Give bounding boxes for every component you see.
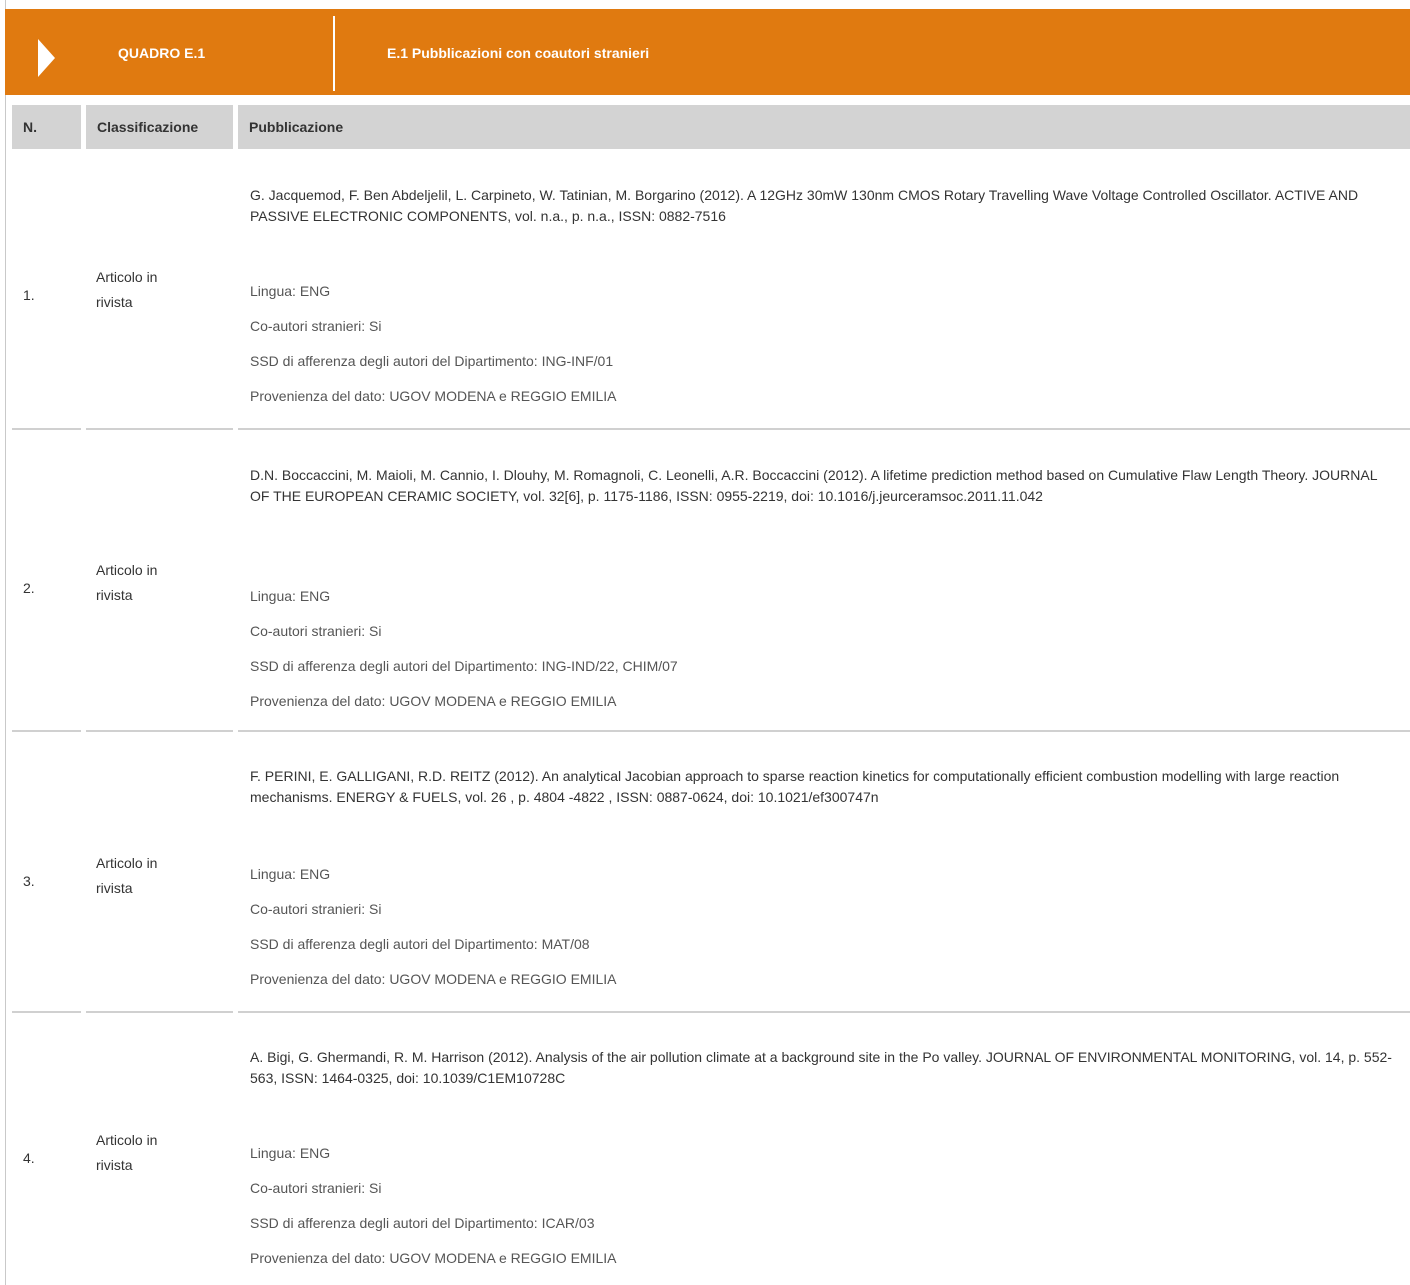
classification-line: Articolo in <box>96 855 158 871</box>
publication-language: Lingua: ENG <box>250 866 331 882</box>
publication-citation: A. Bigi, G. Ghermandi, R. M. Harrison (2… <box>250 1049 1392 1086</box>
row-publication: D.N. Boccaccini, M. Maioli, M. Cannio, I… <box>250 465 1400 726</box>
section-code: QUADRO E.1 <box>118 45 206 61</box>
publication-foreign-coauthors: Co-autori stranieri: Si <box>250 623 382 639</box>
row-classification: Articolo in rivista <box>96 851 206 901</box>
publication-language: Lingua: ENG <box>250 1145 331 1161</box>
classification-line: rivista <box>96 1157 133 1173</box>
publication-source: Provenienza del dato: UGOV MODENA e REGG… <box>250 693 617 709</box>
table-row: 2. Articolo in rivista D.N. Boccaccini, … <box>0 430 1410 709</box>
classification-line: rivista <box>96 294 133 310</box>
row-number: 1. <box>23 287 35 303</box>
row-classification: Articolo in rivista <box>96 558 206 608</box>
publication-source: Provenienza del dato: UGOV MODENA e REGG… <box>250 1250 617 1266</box>
publication-language: Lingua: ENG <box>250 588 331 604</box>
column-header-classification: Classificazione <box>86 105 233 149</box>
classification-line: Articolo in <box>96 562 158 578</box>
table-row: 4. Articolo in rivista A. Bigi, G. Gherm… <box>0 1013 1410 1285</box>
publication-source: Provenienza del dato: UGOV MODENA e REGG… <box>250 388 617 404</box>
publication-citation: F. PERINI, E. GALLIGANI, R.D. REITZ (201… <box>250 768 1340 805</box>
classification-line: rivista <box>96 587 133 603</box>
row-classification: Articolo in rivista <box>96 265 206 315</box>
row-number: 2. <box>23 580 35 596</box>
publication-ssd: SSD di afferenza degli autori del Dipart… <box>250 936 590 952</box>
classification-line: Articolo in <box>96 1132 158 1148</box>
publication-ssd: SSD di afferenza degli autori del Dipart… <box>250 353 614 369</box>
publication-citation: G. Jacquemod, F. Ben Abdeljelil, L. Carp… <box>250 187 1359 224</box>
classification-line: Articolo in <box>96 269 158 285</box>
publication-foreign-coauthors: Co-autori stranieri: Si <box>250 901 382 917</box>
publication-foreign-coauthors: Co-autori stranieri: Si <box>250 318 382 334</box>
header-divider <box>333 16 335 91</box>
play-arrow-icon[interactable] <box>38 39 55 77</box>
row-number: 3. <box>23 873 35 889</box>
row-publication: A. Bigi, G. Ghermandi, R. M. Harrison (2… <box>250 1047 1400 1283</box>
publication-foreign-coauthors: Co-autori stranieri: Si <box>250 1180 382 1196</box>
publication-citation: D.N. Boccaccini, M. Maioli, M. Cannio, I… <box>250 467 1377 504</box>
publication-source: Provenienza del dato: UGOV MODENA e REGG… <box>250 971 617 987</box>
row-publication: G. Jacquemod, F. Ben Abdeljelil, L. Carp… <box>250 185 1400 421</box>
row-publication: F. PERINI, E. GALLIGANI, R.D. REITZ (201… <box>250 766 1400 1004</box>
publication-ssd: SSD di afferenza degli autori del Dipart… <box>250 1215 595 1231</box>
column-header-number: N. <box>12 105 81 149</box>
column-header-publication: Pubblicazione <box>238 105 1410 149</box>
table-row: 1. Articolo in rivista G. Jacquemod, F. … <box>0 150 1410 428</box>
section-title: E.1 Pubblicazioni con coautori stranieri <box>387 45 650 61</box>
section-header: QUADRO E.1 E.1 Pubblicazioni con coautor… <box>5 9 1410 95</box>
row-classification: Articolo in rivista <box>96 1128 206 1178</box>
table-row: 3. Articolo in rivista F. PERINI, E. GAL… <box>0 732 1410 1010</box>
publication-language: Lingua: ENG <box>250 283 331 299</box>
row-number: 4. <box>23 1150 35 1166</box>
classification-line: rivista <box>96 880 133 896</box>
publication-ssd: SSD di afferenza degli autori del Dipart… <box>250 658 678 674</box>
